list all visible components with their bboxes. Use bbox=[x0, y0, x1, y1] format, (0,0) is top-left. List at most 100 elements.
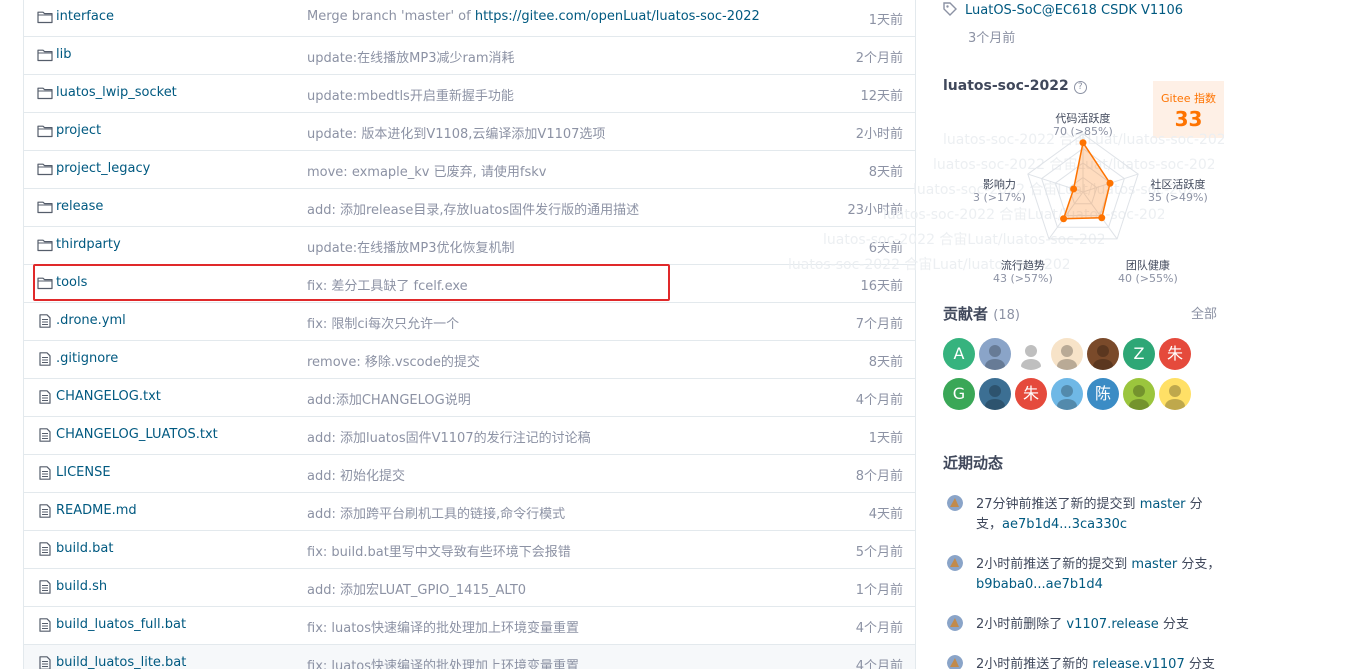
file-name-link[interactable]: LICENSE bbox=[56, 465, 111, 480]
file-row[interactable]: interface Merge branch 'master' of https:… bbox=[24, 0, 915, 37]
file-name-link[interactable]: build_luatos_lite.bat bbox=[56, 655, 186, 669]
file-row[interactable]: tools fix: 差分工具缺了 fcelf.exe 16天前 bbox=[24, 265, 915, 303]
file-row[interactable]: release add: 添加release目录,存放luatos固件发行版的通用… bbox=[24, 189, 915, 227]
commit-message[interactable]: add: 添加宏LUAT_GPIO_1415_ALT0 bbox=[307, 579, 526, 598]
file-row[interactable]: CHANGELOG.txt add:添加CHANGELOG说明 4个月前 bbox=[24, 379, 915, 417]
commit-message-text[interactable]: add: 添加宏LUAT_GPIO_1415_ALT0 bbox=[307, 583, 526, 598]
contributor-avatar[interactable]: Z bbox=[1123, 338, 1155, 370]
activity-avatar-icon[interactable] bbox=[947, 555, 963, 571]
commit-message[interactable]: fix: luatos快速编译的批处理加上环境变量重置 bbox=[307, 655, 579, 669]
file-name-link[interactable]: .gitignore bbox=[56, 351, 118, 366]
file-name-link[interactable]: .drone.yml bbox=[56, 313, 126, 328]
commit-message[interactable]: move: exmaple_kv 已废弃, 请使用fskv bbox=[307, 161, 546, 180]
contributor-avatar-icon[interactable] bbox=[1159, 378, 1191, 410]
commit-message[interactable]: remove: 移除.vscode的提交 bbox=[307, 351, 480, 370]
commit-message-text[interactable]: Merge branch 'master' of bbox=[307, 9, 475, 24]
commit-message-text[interactable]: move: exmaple_kv 已废弃, 请使用fskv bbox=[307, 165, 546, 180]
commit-range-link[interactable]: b9baba0...ae7b1d4 bbox=[976, 577, 1103, 592]
contributor-avatar-icon[interactable] bbox=[1051, 338, 1083, 370]
activity-avatar-icon[interactable] bbox=[947, 495, 963, 511]
file-row[interactable]: build_luatos_lite.bat fix: luatos快速编译的批处理… bbox=[24, 645, 915, 669]
contributors-all-link[interactable]: 全部 bbox=[1191, 303, 1217, 322]
file-name-link[interactable]: build.sh bbox=[56, 579, 107, 594]
file-row[interactable]: .drone.yml fix: 限制ci每次只允许一个 7个月前 bbox=[24, 303, 915, 341]
file-row[interactable]: CHANGELOG_LUATOS.txt add: 添加luatos固件V1107… bbox=[24, 417, 915, 455]
commit-message-text[interactable]: update: 版本进化到V1108,云编译添加V1107选项 bbox=[307, 127, 605, 142]
file-row[interactable]: project update: 版本进化到V1108,云编译添加V1107选项 2小… bbox=[24, 113, 915, 151]
commit-message-text[interactable]: add: 添加luatos固件V1107的发行注记的讨论稿 bbox=[307, 431, 591, 446]
file-name-link[interactable]: interface bbox=[56, 9, 114, 24]
commit-message[interactable]: fix: 差分工具缺了 fcelf.exe bbox=[307, 275, 468, 294]
file-row[interactable]: thirdparty update:在线播放MP3优化恢复机制 6天前 bbox=[24, 227, 915, 265]
file-name-link[interactable]: README.md bbox=[56, 503, 137, 518]
branch-link[interactable]: release.v1107 bbox=[1092, 657, 1184, 669]
commit-message-text[interactable]: fix: 差分工具缺了 fcelf.exe bbox=[307, 279, 468, 294]
contributor-avatar[interactable]: 朱 bbox=[1015, 378, 1047, 410]
commit-message[interactable]: add: 添加跨平台刷机工具的链接,命令行模式 bbox=[307, 503, 565, 522]
commit-message-text[interactable]: fix: build.bat里写中文导致有些环境下会报错 bbox=[307, 545, 571, 560]
file-row[interactable]: .gitignore remove: 移除.vscode的提交 8天前 bbox=[24, 341, 915, 379]
commit-message-text[interactable]: fix: 限制ci每次只允许一个 bbox=[307, 317, 459, 332]
contributor-avatar-icon[interactable] bbox=[979, 378, 1011, 410]
commit-message[interactable]: update:mbedtls开启重新握手功能 bbox=[307, 85, 514, 104]
branch-link[interactable]: master bbox=[1140, 497, 1186, 512]
file-name-link[interactable]: lib bbox=[56, 47, 71, 62]
activity-avatar-icon[interactable] bbox=[947, 615, 963, 631]
contributor-avatar-icon[interactable] bbox=[1087, 338, 1119, 370]
commit-message-text[interactable]: fix: luatos快速编译的批处理加上环境变量重置 bbox=[307, 621, 579, 636]
commit-message-text[interactable]: update:mbedtls开启重新握手功能 bbox=[307, 89, 514, 104]
commit-message[interactable]: add: 添加luatos固件V1107的发行注记的讨论稿 bbox=[307, 427, 591, 446]
branch-link[interactable]: master bbox=[1131, 557, 1177, 572]
file-name-link[interactable]: build_luatos_full.bat bbox=[56, 617, 186, 632]
commit-message-text[interactable]: update:在线播放MP3优化恢复机制 bbox=[307, 241, 515, 256]
file-name-link[interactable]: CHANGELOG_LUATOS.txt bbox=[56, 427, 218, 442]
commit-message[interactable]: fix: 限制ci每次只允许一个 bbox=[307, 313, 459, 332]
file-row[interactable]: project_legacy move: exmaple_kv 已废弃, 请使用f… bbox=[24, 151, 915, 189]
file-name-link[interactable]: CHANGELOG.txt bbox=[56, 389, 161, 404]
commit-message-text[interactable]: add: 添加跨平台刷机工具的链接,命令行模式 bbox=[307, 507, 565, 522]
contributor-avatar[interactable]: 陈 bbox=[1087, 378, 1119, 410]
contributor-avatar[interactable]: 朱 bbox=[1159, 338, 1191, 370]
commit-message[interactable]: Merge branch 'master' of https://gitee.c… bbox=[307, 9, 760, 24]
file-name-link[interactable]: build.bat bbox=[56, 541, 113, 556]
commit-message-text[interactable]: fix: luatos快速编译的批处理加上环境变量重置 bbox=[307, 659, 579, 669]
release-link[interactable]: LuatOS-SoC@EC618 CSDK V1106 bbox=[965, 3, 1183, 18]
file-row[interactable]: LICENSE add: 初始化提交 8个月前 bbox=[24, 455, 915, 493]
commit-message-text[interactable]: remove: 移除.vscode的提交 bbox=[307, 355, 480, 370]
file-row[interactable]: luatos_lwip_socket update:mbedtls开启重新握手功能… bbox=[24, 75, 915, 113]
file-name-link[interactable]: project bbox=[56, 123, 101, 138]
commit-message-text[interactable]: add: 添加release目录,存放luatos固件发行版的通用描述 bbox=[307, 203, 639, 218]
file-row[interactable]: build.bat fix: build.bat里写中文导致有些环境下会报错 5个月… bbox=[24, 531, 915, 569]
activity-avatar-icon[interactable] bbox=[947, 655, 963, 669]
contributor-avatar[interactable]: G bbox=[943, 378, 975, 410]
file-name-link[interactable]: thirdparty bbox=[56, 237, 121, 252]
commit-message-text[interactable]: update:在线播放MP3减少ram消耗 bbox=[307, 51, 515, 66]
commit-message-link[interactable]: https://gitee.com/openLuat/luatos-soc-20… bbox=[475, 9, 760, 24]
file-name-link[interactable]: luatos_lwip_socket bbox=[56, 85, 177, 100]
commit-message[interactable]: fix: luatos快速编译的批处理加上环境变量重置 bbox=[307, 617, 579, 636]
commit-message[interactable]: update: 版本进化到V1108,云编译添加V1107选项 bbox=[307, 123, 605, 142]
commit-range-link[interactable]: ae7b1d4...3ca330c bbox=[1002, 517, 1127, 532]
file-row[interactable]: build_luatos_full.bat fix: luatos快速编译的批处理… bbox=[24, 607, 915, 645]
contributor-avatar-icon[interactable] bbox=[1015, 338, 1047, 370]
commit-message[interactable]: add:添加CHANGELOG说明 bbox=[307, 389, 471, 408]
file-row[interactable]: lib update:在线播放MP3减少ram消耗 2个月前 bbox=[24, 37, 915, 75]
file-name-link[interactable]: tools bbox=[56, 275, 87, 290]
branch-link[interactable]: v1107.release bbox=[1066, 617, 1158, 632]
file-row[interactable]: README.md add: 添加跨平台刷机工具的链接,命令行模式 4天前 bbox=[24, 493, 915, 531]
commit-message-text[interactable]: add: 初始化提交 bbox=[307, 469, 405, 484]
commit-message[interactable]: add: 初始化提交 bbox=[307, 465, 405, 484]
commit-message[interactable]: update:在线播放MP3减少ram消耗 bbox=[307, 47, 515, 66]
help-icon[interactable]: ? bbox=[1073, 81, 1087, 94]
file-name-link[interactable]: project_legacy bbox=[56, 161, 150, 176]
commit-message[interactable]: update:在线播放MP3优化恢复机制 bbox=[307, 237, 515, 256]
release-line[interactable]: LuatOS-SoC@EC618 CSDK V1106 bbox=[943, 2, 1183, 18]
commit-message[interactable]: add: 添加release目录,存放luatos固件发行版的通用描述 bbox=[307, 199, 639, 218]
contributor-avatar-icon[interactable] bbox=[1051, 378, 1083, 410]
contributor-avatar[interactable]: A bbox=[943, 338, 975, 370]
commit-message[interactable]: fix: build.bat里写中文导致有些环境下会报错 bbox=[307, 541, 571, 560]
file-name-link[interactable]: release bbox=[56, 199, 103, 214]
file-row[interactable]: build.sh add: 添加宏LUAT_GPIO_1415_ALT0 1个月前 bbox=[24, 569, 915, 607]
contributor-avatar-icon[interactable] bbox=[1123, 378, 1155, 410]
commit-message-text[interactable]: add:添加CHANGELOG说明 bbox=[307, 393, 471, 408]
